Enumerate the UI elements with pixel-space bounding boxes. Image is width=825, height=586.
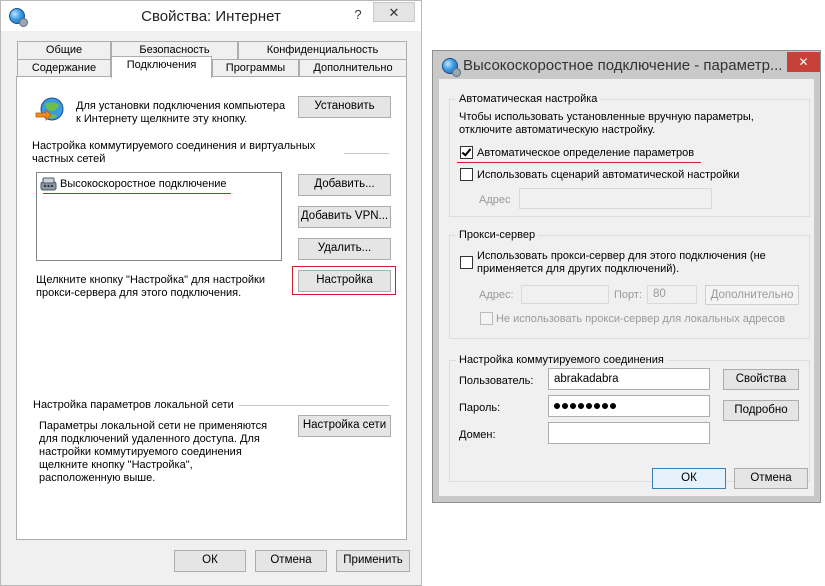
add-button[interactable]: Добавить... xyxy=(298,174,391,196)
apply-button[interactable]: Применить xyxy=(336,550,410,572)
user-input[interactable]: abrakadabra xyxy=(548,368,710,390)
password-dot xyxy=(570,403,576,409)
settings-button[interactable]: Настройка xyxy=(298,270,391,292)
red-underline-annotation xyxy=(43,193,231,194)
password-dot xyxy=(602,403,608,409)
script-address-label: Адрес xyxy=(479,194,511,206)
connection-settings-dialog: Высокоскоростное подключение - параметр.… xyxy=(432,50,821,503)
cancel-button[interactable]: Отмена xyxy=(255,550,327,572)
password-input[interactable] xyxy=(548,395,710,417)
checkmark-icon xyxy=(461,146,472,157)
dialup-group-label: Настройка коммутируемого соединения xyxy=(456,354,667,367)
delete-button[interactable]: Удалить... xyxy=(298,238,391,260)
password-dot xyxy=(578,403,584,409)
list-item-connection[interactable]: Высокоскоростное подключение xyxy=(60,178,227,191)
domain-label: Домен: xyxy=(459,429,496,441)
dialog-cancel-button[interactable]: Отмена xyxy=(734,468,808,489)
proxy-address-input[interactable] xyxy=(521,285,609,304)
frame-right xyxy=(814,79,820,502)
proxy-address-label: Адрес: xyxy=(479,289,514,301)
proxy-port-value: 80 xyxy=(653,288,666,300)
script-address-input[interactable] xyxy=(519,188,712,209)
dialog-close-button[interactable]: ✕ xyxy=(787,52,820,72)
tab-privacy[interactable]: Конфиденциальность xyxy=(238,41,407,60)
use-script-label[interactable]: Использовать сценарий автоматической нас… xyxy=(477,169,739,182)
use-proxy-checkbox[interactable] xyxy=(460,256,473,269)
setup-description: Для установки подключения компьютера к И… xyxy=(76,100,286,125)
connection-wizard-icon xyxy=(35,96,65,122)
lan-section-heading: Настройка параметров локальной сети xyxy=(33,399,234,411)
password-dot xyxy=(586,403,592,409)
proxy-port-input[interactable]: 80 xyxy=(647,285,697,304)
use-script-checkbox[interactable] xyxy=(460,168,473,181)
password-dots xyxy=(549,396,709,416)
red-underline-annotation xyxy=(457,162,701,163)
proxy-advanced-button[interactable]: Дополнительно xyxy=(705,285,799,305)
properties-button[interactable]: Свойства xyxy=(723,369,799,390)
auto-config-group-label: Автоматическая настройка xyxy=(456,93,601,106)
settings-hint: Щелкните кнопку "Настройка" для настройк… xyxy=(36,274,265,299)
setup-button[interactable]: Установить xyxy=(298,96,391,118)
bypass-local-label[interactable]: Не использовать прокси-сервер для локаль… xyxy=(496,313,785,326)
title-bar: Свойства: Интернет ? ✕ xyxy=(1,1,421,31)
lan-settings-button[interactable]: Настройка сети xyxy=(298,415,391,437)
use-proxy-label[interactable]: Использовать прокси-сервер для этого под… xyxy=(477,250,766,276)
user-label: Пользователь: xyxy=(459,375,534,387)
tab-general[interactable]: Общие xyxy=(17,41,111,60)
domain-input[interactable] xyxy=(548,422,710,444)
close-button[interactable]: ✕ xyxy=(373,2,415,22)
bypass-local-checkbox[interactable] xyxy=(480,312,493,325)
password-dot xyxy=(594,403,600,409)
password-dot xyxy=(610,403,616,409)
password-dot xyxy=(562,403,568,409)
dialup-connection-icon xyxy=(40,176,57,191)
auto-detect-label[interactable]: Автоматическое определение параметров xyxy=(477,147,694,160)
password-label: Пароль: xyxy=(459,402,501,414)
add-vpn-button[interactable]: Добавить VPN... xyxy=(298,206,391,228)
dialog-title: Высокоскоростное подключение - параметр.… xyxy=(463,57,783,74)
password-dot xyxy=(554,403,560,409)
details-button[interactable]: Подробно xyxy=(723,400,799,421)
proxy-group-label: Прокси-сервер xyxy=(456,229,539,242)
lan-divider xyxy=(239,405,389,406)
dialup-section-heading: Настройка коммутируемого соединения и ви… xyxy=(32,140,316,165)
lan-description: Параметры локальной сети не применяются … xyxy=(39,420,268,484)
connections-list[interactable]: Высокоскоростное подключение xyxy=(36,172,282,261)
auto-config-description: Чтобы использовать установленные вручную… xyxy=(459,111,754,136)
frame-bottom xyxy=(433,496,820,502)
internet-properties-window: Свойства: Интернет ? ✕ Общие Безопасност… xyxy=(0,0,422,586)
proxy-port-label: Порт: xyxy=(614,289,642,301)
user-value: abrakadabra xyxy=(554,373,619,385)
section-divider xyxy=(344,153,389,154)
ok-button[interactable]: ОК xyxy=(174,550,246,572)
dialog-client-area: Автоматическая настройка Чтобы использов… xyxy=(439,79,814,496)
tab-connections[interactable]: Подключения xyxy=(111,56,212,78)
auto-detect-checkbox[interactable] xyxy=(460,146,473,159)
help-button[interactable]: ? xyxy=(344,5,372,25)
dialog-ok-button[interactable]: ОК xyxy=(652,468,726,489)
internet-options-icon xyxy=(442,58,461,77)
